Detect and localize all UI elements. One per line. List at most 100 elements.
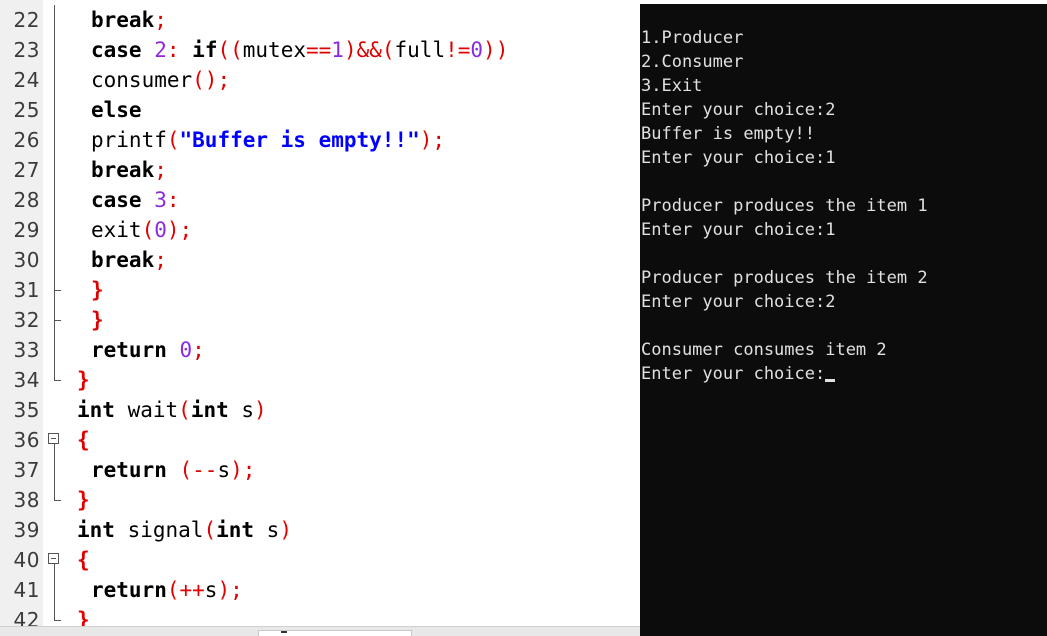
- code-token: );: [166, 218, 193, 242]
- code-line[interactable]: 34}: [0, 365, 640, 395]
- code-line[interactable]: 23 case 2: if((mutex==1)&&(full!=0)): [0, 35, 640, 65]
- code-line[interactable]: 38}: [0, 485, 640, 515]
- code-token: ();: [192, 68, 231, 92]
- fold-blank: [46, 515, 64, 545]
- console-line: 2.Consumer: [641, 50, 928, 74]
- code-text: }: [91, 305, 104, 335]
- code-line[interactable]: 29 exit(0);: [0, 215, 640, 245]
- line-number: 29: [13, 218, 40, 242]
- collapse-minus-icon[interactable]: [46, 425, 64, 455]
- code-line[interactable]: 32}: [0, 305, 640, 335]
- code-line[interactable]: 33 return 0;: [0, 335, 640, 365]
- line-number: 36: [13, 428, 40, 452]
- code-token: int: [77, 398, 128, 422]
- console-line: 1.Producer: [641, 26, 928, 50]
- code-text: break;: [91, 5, 167, 35]
- code-token: ((: [217, 38, 243, 62]
- code-text: {: [77, 425, 90, 455]
- code-line[interactable]: 35 int wait(int s): [0, 395, 640, 425]
- code-token: return: [91, 338, 180, 362]
- console-line: Enter your choice:2: [641, 98, 928, 122]
- code-token: int: [77, 518, 128, 542]
- line-number: 38: [13, 488, 40, 512]
- code-token: );: [217, 578, 243, 602]
- code-line[interactable]: 24 consumer();: [0, 65, 640, 95]
- console-line: Enter your choice:2: [641, 290, 928, 314]
- line-number: 27: [13, 158, 40, 182]
- code-line[interactable]: 37 return (--s);: [0, 455, 640, 485]
- code-line[interactable]: 39 int signal(int s): [0, 515, 640, 545]
- fold-guide: [46, 125, 64, 155]
- code-token: )): [483, 38, 509, 62]
- line-number: 37: [13, 458, 40, 482]
- code-line[interactable]: 41 return(++s);: [0, 575, 640, 605]
- code-line[interactable]: 22 break;: [0, 5, 640, 35]
- code-token: "Buffer is empty!!": [179, 128, 420, 152]
- line-number: 28: [13, 188, 40, 212]
- collapse-minus-icon[interactable]: [46, 545, 64, 575]
- code-token: )&&(: [343, 38, 395, 62]
- code-line[interactable]: 28 case 3:: [0, 185, 640, 215]
- console-line-text: 1.Producer: [641, 28, 744, 48]
- code-token: if: [192, 38, 218, 62]
- code-token: :: [166, 188, 180, 212]
- code-token: ): [279, 518, 292, 542]
- code-text: }: [77, 485, 90, 515]
- code-token: (++: [166, 578, 205, 602]
- code-token: wait: [127, 398, 179, 422]
- code-token: }: [77, 488, 90, 512]
- line-number: 25: [13, 98, 40, 122]
- code-token: 2: [154, 38, 167, 62]
- code-text: exit(0);: [91, 215, 192, 245]
- code-editor[interactable]: 22 break; 23 case 2: if((mutex==1)&&(full!=…: [0, 0, 640, 636]
- horizontal-scrollbar[interactable]: [0, 626, 640, 636]
- line-number: 31: [13, 278, 40, 302]
- code-token: {: [77, 428, 90, 452]
- console-line-text: 3.Exit: [641, 76, 703, 96]
- line-number: 41: [13, 578, 40, 602]
- code-line[interactable]: 30 break;: [0, 245, 640, 275]
- scrollbar-thumb[interactable]: [258, 630, 412, 636]
- fold-guide: [46, 215, 64, 245]
- code-token: return: [91, 458, 180, 482]
- code-token: 3: [154, 188, 167, 212]
- console-window[interactable]: 1.Producer 2.Consumer 3.Exit Enter your cho…: [640, 0, 1047, 636]
- text-cursor: [825, 379, 836, 382]
- screen: 22 break; 23 case 2: if((mutex==1)&&(full!=…: [0, 0, 1047, 636]
- line-number: 26: [13, 128, 40, 152]
- console-line: Producer produces the item 1: [641, 194, 928, 218]
- code-line[interactable]: 40 {: [0, 545, 640, 575]
- code-text: case 2: if((mutex==1)&&(full!=0)): [91, 35, 508, 65]
- code-text: else: [91, 95, 142, 125]
- fold-guide: [46, 185, 64, 215]
- console-output: 1.Producer 2.Consumer 3.Exit Enter your cho…: [641, 26, 928, 386]
- fold-guide: [46, 35, 64, 65]
- code-text: consumer();: [91, 65, 230, 95]
- code-line[interactable]: 26 printf("Buffer is empty!!");: [0, 125, 640, 155]
- fold-guide: [46, 335, 64, 365]
- code-token: exit: [91, 218, 142, 242]
- code-token: case: [91, 38, 155, 62]
- code-line[interactable]: 27 break;: [0, 155, 640, 185]
- line-number: 40: [13, 548, 40, 572]
- console-top-border: [640, 0, 1047, 4]
- fold-guide: [46, 95, 64, 125]
- code-text: break;: [91, 155, 167, 185]
- code-token: ;: [154, 248, 167, 272]
- code-token: consumer: [91, 68, 193, 92]
- code-token: signal: [127, 518, 204, 542]
- fold-guide-tick: [46, 275, 64, 305]
- code-token: 1: [331, 38, 344, 62]
- code-token: s: [217, 458, 231, 482]
- line-number: 33: [13, 338, 40, 362]
- console-line: Enter your choice:: [641, 362, 928, 386]
- code-token: s: [266, 518, 280, 542]
- code-token: 0: [154, 218, 167, 242]
- code-token: !=: [445, 38, 471, 62]
- fold-guide-tick: [46, 305, 64, 335]
- code-token: {: [77, 548, 90, 572]
- line-number: 24: [13, 68, 40, 92]
- code-line[interactable]: 36 {: [0, 425, 640, 455]
- code-line[interactable]: 31}: [0, 275, 640, 305]
- code-line[interactable]: 25 else: [0, 95, 640, 125]
